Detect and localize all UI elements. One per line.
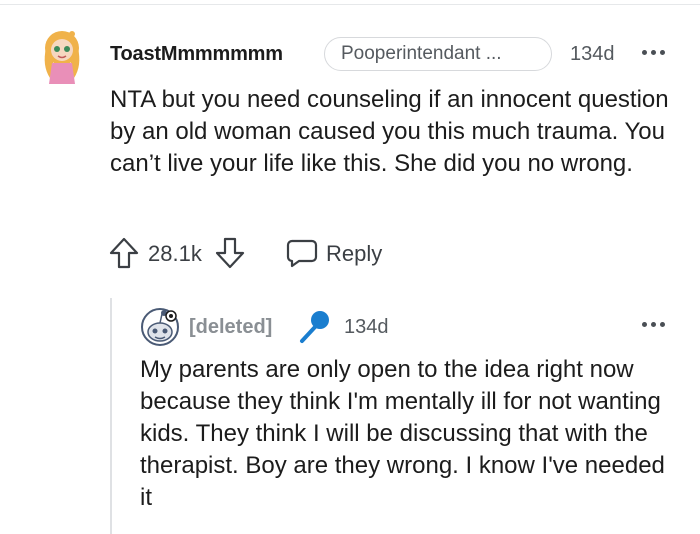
thread-line[interactable] xyxy=(110,298,112,534)
more-options-icon[interactable] xyxy=(640,42,668,62)
user-flair: Pooperintendant ... xyxy=(324,37,552,71)
downvote-button[interactable] xyxy=(214,236,246,270)
comment-card: ToastMmmmmmm Pooperintendant ... 134d NT… xyxy=(0,0,700,534)
reply-body: My parents are only open to the idea rig… xyxy=(140,356,665,511)
arrow-up-icon xyxy=(109,237,139,269)
reply-label: Reply xyxy=(326,241,383,266)
comment-body: NTA but you need counseling if an innoce… xyxy=(110,86,669,177)
user-avatar[interactable] xyxy=(38,28,86,86)
vote-count: 28.1k xyxy=(148,241,202,266)
mic-glyph xyxy=(300,311,329,343)
cartoon-girl-avatar-icon xyxy=(44,31,80,84)
comment-age: 134d xyxy=(570,43,615,65)
snoo-avatar-icon xyxy=(141,308,179,346)
arrow-down-icon xyxy=(215,237,245,269)
comment-username[interactable]: ToastMmmmmmm xyxy=(110,43,283,66)
reply-age: 134d xyxy=(344,316,389,338)
reply-avatar[interactable] xyxy=(140,307,180,347)
reply-button[interactable]: Reply xyxy=(286,236,386,270)
microphone-icon xyxy=(296,308,332,344)
reply-username: [deleted] xyxy=(189,316,273,338)
upvote-button[interactable] xyxy=(108,236,140,270)
speech-bubble-icon xyxy=(286,239,318,268)
reply-more-options-icon[interactable] xyxy=(640,314,668,334)
